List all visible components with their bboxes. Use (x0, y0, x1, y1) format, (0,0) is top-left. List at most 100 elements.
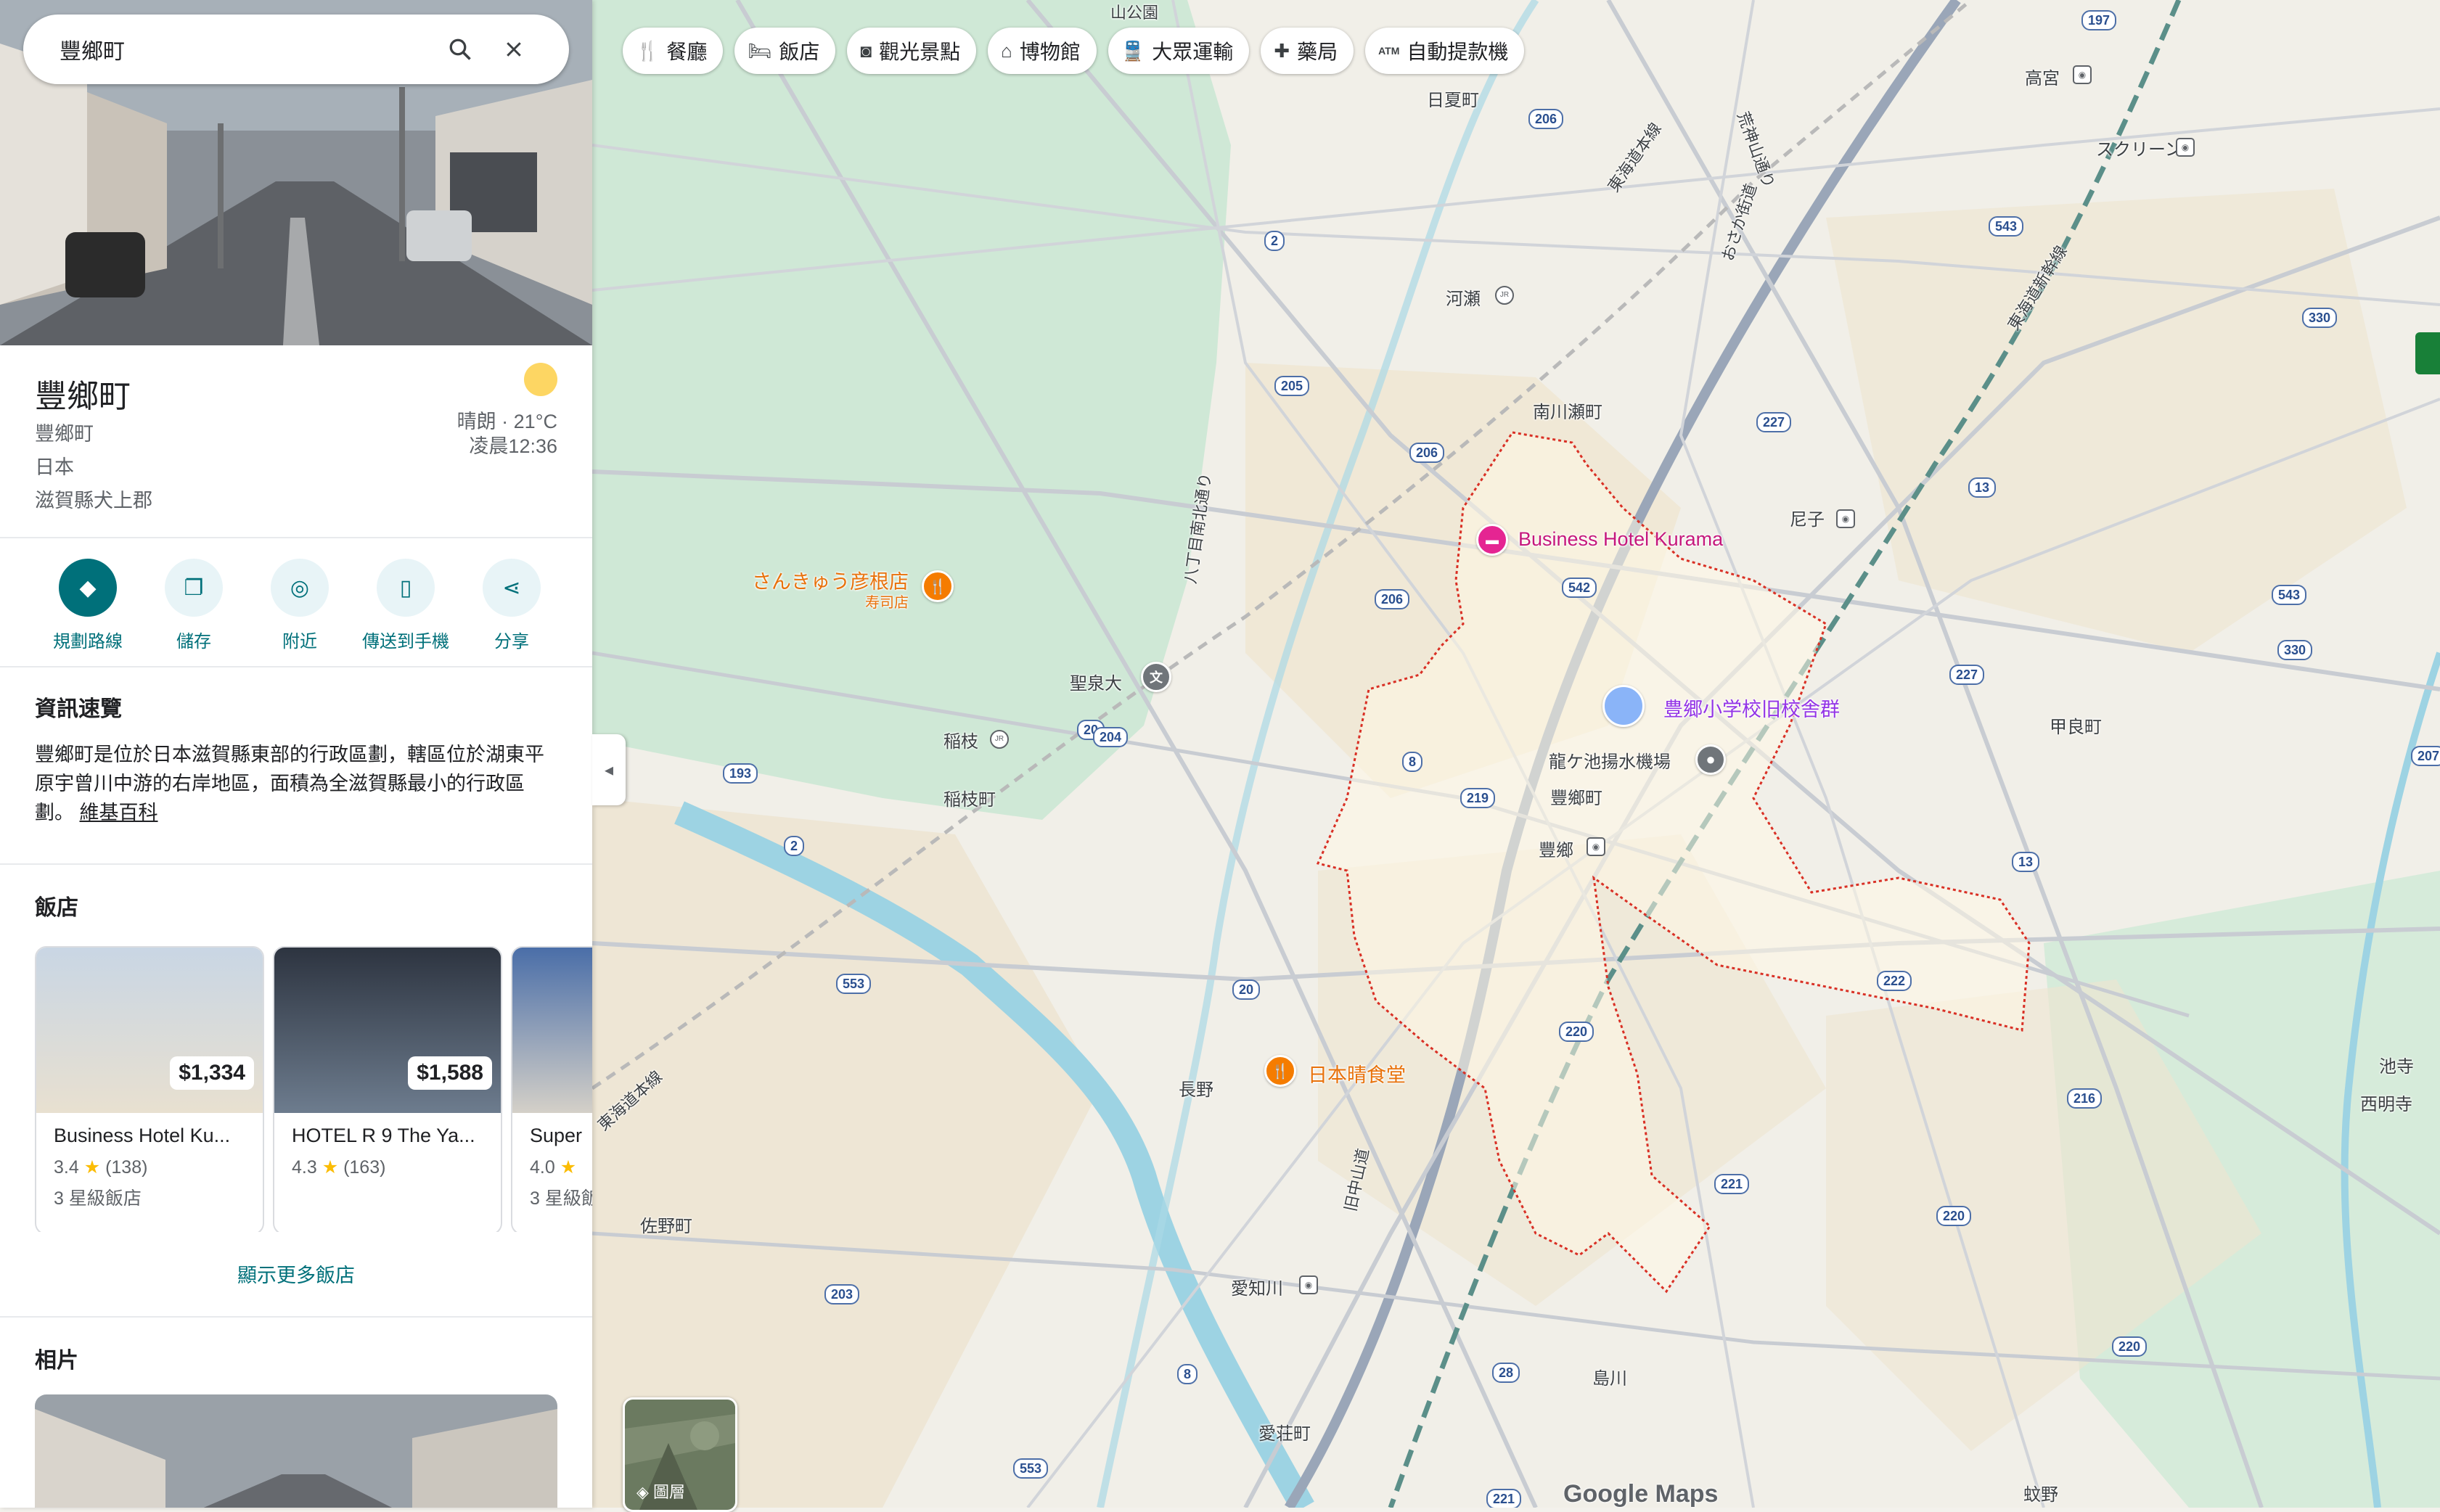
star-icon: ★ (554, 1157, 577, 1178)
action-bookmark[interactable]: ❐ 儲存 (141, 559, 247, 652)
route-shield: 543 (1989, 216, 2024, 237)
route-shield: 216 (2067, 1088, 2103, 1109)
hotel-rating: 4.0 ★ (530, 1156, 576, 1178)
photos-title: 相片 (35, 1349, 78, 1373)
label-kawase: 河瀬 (1446, 289, 1481, 309)
label-echigawa: 愛知川 (1231, 1279, 1283, 1299)
collapse-panel-button[interactable]: ◂ (592, 734, 626, 805)
hotel-pin-icon[interactable]: ▬ (1476, 524, 1508, 556)
star-icon: ★ (78, 1157, 106, 1178)
station-icon[interactable]: ◉ (1299, 1275, 1318, 1294)
rating-value: 3.4 (54, 1157, 79, 1178)
action-label: 規劃路線 (53, 632, 123, 652)
category-chips: 🍴 餐廳 🛏 飯店 ◙ 觀光景點 ⌂ 博物館 🚆 大眾運輸 ✚ 藥局 ATM 自動提款機 (623, 28, 1525, 74)
action-send-to-phone[interactable]: ▯ 傳送到手機 (353, 559, 459, 652)
route-shield: 8 (1402, 752, 1423, 772)
hotel-carousel: $1,334 Business Hotel Ku... 3.4 ★ (138) 3 星… (35, 946, 592, 1232)
poi-business-hotel-kurama[interactable]: Business Hotel Kurama (1518, 528, 1723, 551)
wikipedia-link[interactable]: 維基百科 (80, 802, 158, 823)
jr-station-icon[interactable]: JR (1495, 286, 1514, 305)
chip-fork-knife[interactable]: 🍴 餐廳 (623, 28, 724, 74)
label-koura: 甲良町 (2050, 718, 2102, 737)
chevron-left-icon: ◂ (604, 760, 614, 780)
station-icon[interactable]: ◉ (1587, 837, 1605, 856)
restaurant-pin-icon[interactable]: 🍴 (1264, 1055, 1296, 1087)
star-icon: ★ (316, 1157, 344, 1178)
weather-time: 凌晨12:36 (469, 435, 557, 457)
search-box (23, 15, 569, 84)
station-icon[interactable]: ◉ (2176, 138, 2195, 157)
hotel-class: 3 星級飯店 (54, 1188, 142, 1209)
sun-icon (524, 363, 557, 396)
chip-train[interactable]: 🚆 大眾運輸 (1108, 28, 1250, 74)
label-inae: 稲枝 (943, 732, 978, 752)
label-monya: 蚊野 (2023, 1485, 2058, 1505)
route-shield: 206 (1375, 589, 1410, 609)
show-more-hotels-button[interactable]: 顯示更多飯店 (0, 1260, 592, 1288)
divider (0, 1316, 592, 1318)
action-label: 分享 (494, 632, 529, 652)
label-toyosato-town: 豐鄉町 (1550, 789, 1602, 808)
hotel-name: Super (530, 1125, 583, 1146)
route-shield: 20 (1232, 979, 1261, 1000)
restaurant-pin-icon[interactable]: 🍴 (922, 570, 954, 602)
chip-museum[interactable]: ⌂ 博物館 (988, 28, 1097, 74)
hotel-card[interactable]: $1,588 HOTEL R 9 The Ya... 4.3 ★ (163) (273, 946, 502, 1232)
label-nagano: 長野 (1179, 1080, 1213, 1100)
route-shield: 227 (1756, 412, 1792, 432)
search-icon[interactable] (438, 28, 482, 71)
hotel-price: $1,588 (408, 1056, 492, 1090)
route-shield: 220 (1559, 1022, 1594, 1042)
close-icon[interactable] (492, 28, 536, 71)
route-shield: 197 (2081, 10, 2117, 30)
label-shimagawa: 島川 (1592, 1369, 1627, 1389)
hotel-card[interactable]: $1,334 Business Hotel Ku... 3.4 ★ (138) 3 星… (35, 946, 264, 1232)
search-input[interactable] (58, 36, 438, 62)
jr-station-icon[interactable]: JR (990, 730, 1009, 749)
chip-bed[interactable]: 🛏 飯店 (734, 28, 836, 74)
station-icon[interactable]: ◉ (1836, 509, 1855, 528)
action-share[interactable]: ⋖ 分享 (459, 559, 565, 652)
poi-toyosato-school[interactable]: 豊郷小学校旧校舎群 (1663, 694, 1840, 722)
edge-marker[interactable] (2415, 332, 2440, 374)
chip-label: 大眾運輸 (1152, 41, 1234, 63)
route-shield: 28 (1492, 1363, 1520, 1383)
bookmark-icon: ❐ (184, 575, 204, 600)
chip-atm[interactable]: ATM 自動提款機 (1365, 28, 1525, 74)
label-saimyoji: 西明寺 (2360, 1095, 2412, 1114)
google-maps-logo: Google Maps (1563, 1480, 1719, 1508)
route-shield: 207 (2411, 746, 2440, 766)
poi-nihonbare-diner[interactable]: 日本晴食堂 (1308, 1059, 1406, 1088)
route-shield: 13 (1968, 477, 1997, 498)
action-label: 儲存 (176, 632, 211, 652)
route-shield: 553 (836, 974, 872, 994)
route-shield: 220 (2112, 1336, 2148, 1357)
hotel-card[interactable]: Super 4.0 ★ 3 星級飯 (511, 946, 592, 1232)
hotel-name: HOTEL R 9 The Ya... (292, 1125, 475, 1146)
rating-value: 4.0 (530, 1157, 555, 1178)
route-shield: 203 (824, 1284, 860, 1304)
action-directions[interactable]: ◆ 規劃路線 (35, 559, 141, 652)
route-shield: 221 (1486, 1489, 1522, 1508)
layers-button[interactable]: ◈ 圖層 (623, 1397, 737, 1512)
photo-thumbnail[interactable] (35, 1394, 557, 1508)
university-icon[interactable]: 文 (1141, 662, 1171, 692)
action-buttons: ◆ 規劃路線 ❐ 儲存 ◎ 附近 ▯ 傳送到手機 ⋖ 分享 (0, 559, 592, 652)
school-photo-pin[interactable] (1602, 685, 1645, 727)
chip-pharmacy[interactable]: ✚ 藥局 (1261, 28, 1354, 74)
map-base (592, 0, 2440, 1508)
action-nearby[interactable]: ◎ 附近 (247, 559, 353, 652)
route-shield: 206 (1528, 109, 1564, 129)
chip-camera[interactable]: ◙ 觀光景點 (847, 28, 977, 74)
atm-icon: ATM (1378, 45, 1400, 57)
label-amago: 尼子 (1790, 510, 1825, 530)
review-count: (138) (105, 1157, 148, 1178)
station-icon[interactable]: ◉ (2073, 65, 2092, 84)
chip-label: 博物館 (1019, 41, 1081, 63)
chip-label: 藥局 (1297, 41, 1338, 63)
poi-sushi-category: 寿司店 (865, 595, 909, 611)
weather-condition: 晴朗 · 21°C (457, 411, 557, 432)
map-canvas[interactable]: 日夏町 河瀬 南川瀬町 尼子 甲良町 稲枝 稲枝町 聖泉大 龍ケ池揚水機場 豐鄉… (592, 0, 2440, 1508)
place-pin-icon[interactable]: ● (1695, 744, 1726, 775)
review-count: (163) (343, 1157, 386, 1178)
